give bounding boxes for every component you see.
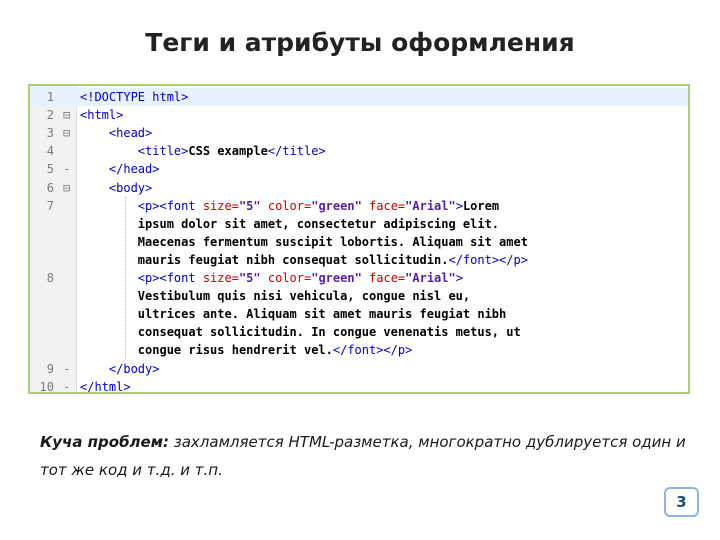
code-line[interactable]: mauris feugiat nibh consequat sollicitud… bbox=[30, 251, 688, 269]
slide-title: Теги и атрибуты оформления bbox=[145, 28, 575, 57]
code-text: ipsum dolor sit amet, consectetur adipis… bbox=[80, 215, 499, 233]
code-token: face= bbox=[369, 198, 406, 213]
code-token: size= bbox=[202, 271, 239, 285]
code-text: consequat sollicitudin. In congue venena… bbox=[80, 323, 521, 341]
line-number: 2 bbox=[46, 108, 54, 123]
code-token: "Arial" bbox=[405, 198, 456, 213]
page-number-badge: 3 bbox=[664, 487, 699, 517]
code-token: "green" bbox=[311, 198, 370, 213]
code-line[interactable]: 6 ⊟ <body> bbox=[30, 179, 688, 197]
code-token: mauris feugiat nibh consequat sollicitud… bbox=[80, 252, 449, 267]
line-number: 7 bbox=[46, 198, 54, 213]
code-token: "green" bbox=[311, 271, 370, 285]
code-text: </head> bbox=[80, 160, 160, 178]
code-token: </body> bbox=[108, 361, 160, 376]
code-line[interactable]: 1 <!DOCTYPE html> bbox=[30, 88, 688, 106]
code-token: Vestibulum quis nisi vehicula, congue ni… bbox=[80, 289, 471, 304]
code-token: <body> bbox=[108, 180, 153, 195]
code-token: </title> bbox=[267, 144, 326, 159]
code-line[interactable]: 5- </head> bbox=[30, 160, 688, 178]
indent-guide bbox=[125, 196, 126, 360]
code-token: <html> bbox=[80, 108, 124, 123]
code-line[interactable]: 2 ⊟ <html> bbox=[30, 106, 688, 124]
code-token: ipsum dolor sit amet, consectetur adipis… bbox=[80, 216, 500, 231]
code-token: <p><font bbox=[137, 271, 203, 285]
line-number: 1 bbox=[46, 90, 54, 104]
line-number: 6 bbox=[46, 180, 54, 195]
fold-marker-icon: - bbox=[63, 361, 71, 376]
line-number: 9 bbox=[46, 361, 54, 376]
code-text: <title>CSS example</title> bbox=[80, 142, 326, 160]
code-token: Maecenas fermentum suscipit lobortis. Al… bbox=[80, 234, 528, 249]
code-token: Lorem bbox=[462, 198, 500, 213]
code-token: <p><font bbox=[137, 198, 203, 213]
fold-toggle-icon[interactable]: ⊟ bbox=[63, 179, 70, 197]
code-text: </html> bbox=[80, 378, 131, 394]
code-text: <p><font size="5" color="green" face="Ar… bbox=[80, 269, 463, 287]
fold-marker-icon: - bbox=[63, 162, 71, 177]
code-token: ultrices ante. Aliquam sit amet mauris f… bbox=[80, 307, 507, 322]
code-token: "5" bbox=[238, 198, 268, 213]
code-text: ultrices ante. Aliquam sit amet mauris f… bbox=[80, 305, 506, 323]
code-line[interactable]: Maecenas fermentum suscipit lobortis. Al… bbox=[30, 233, 688, 251]
fold-marker-icon: - bbox=[63, 379, 71, 394]
line-number: 4 bbox=[46, 144, 54, 159]
code-token: </font></p> bbox=[448, 252, 528, 267]
code-line[interactable]: Vestibulum quis nisi vehicula, congue ni… bbox=[30, 287, 688, 305]
code-line[interactable]: 8 <p><font size="5" color="green" face="… bbox=[30, 269, 688, 287]
code-line[interactable]: consequat sollicitudin. In congue venena… bbox=[30, 323, 688, 341]
code-text: <head> bbox=[80, 124, 152, 142]
code-token: <title> bbox=[137, 144, 189, 159]
code-text: <body> bbox=[80, 179, 152, 197]
code-line[interactable]: 10- </html> bbox=[30, 378, 688, 394]
code-token: consequat sollicitudin. In congue venena… bbox=[80, 325, 521, 340]
code-line[interactable]: congue risus hendrerit vel.</font></p> bbox=[30, 341, 688, 359]
code-token: </head> bbox=[108, 162, 160, 177]
code-token: <!DOCTYPE html> bbox=[80, 90, 189, 104]
problem-note: Куча проблем: захламляется HTML-разметка… bbox=[40, 428, 690, 484]
code-token: > bbox=[455, 271, 463, 285]
fold-toggle-icon[interactable]: ⊟ bbox=[63, 124, 70, 142]
line-number: 10 bbox=[39, 379, 54, 394]
code-line[interactable]: 7 <p><font size="5" color="green" face="… bbox=[30, 197, 688, 215]
code-editor[interactable]: 1 <!DOCTYPE html> 2 ⊟ <html> 3 ⊟ <head> 4 <titl… bbox=[28, 84, 690, 394]
code-text: <html> bbox=[80, 106, 123, 124]
line-number: 8 bbox=[46, 271, 54, 285]
code-text: Maecenas fermentum suscipit lobortis. Al… bbox=[80, 233, 528, 251]
code-token: > bbox=[455, 198, 463, 213]
code-token: <head> bbox=[108, 126, 153, 141]
code-token: color= bbox=[267, 198, 312, 213]
code-token: congue risus hendrerit vel. bbox=[80, 343, 333, 358]
code-text: congue risus hendrerit vel.</font></p> bbox=[80, 341, 413, 359]
code-token: </html> bbox=[80, 379, 131, 394]
code-line[interactable]: 9- </body> bbox=[30, 360, 688, 378]
code-text: mauris feugiat nibh consequat sollicitud… bbox=[80, 251, 528, 269]
code-token: "5" bbox=[238, 271, 268, 285]
code-text: Vestibulum quis nisi vehicula, congue ni… bbox=[80, 287, 470, 305]
code-token: "Arial" bbox=[405, 271, 456, 285]
note-heading: Куча проблем: bbox=[40, 433, 169, 451]
code-line[interactable]: 4 <title>CSS example</title> bbox=[30, 142, 688, 160]
fold-toggle-icon[interactable]: ⊟ bbox=[63, 106, 70, 124]
code-line[interactable]: ultrices ante. Aliquam sit amet mauris f… bbox=[30, 305, 688, 323]
code-text: <p><font size="5" color="green" face="Ar… bbox=[80, 197, 499, 215]
code-line[interactable]: 3 ⊟ <head> bbox=[30, 124, 688, 142]
code-token: color= bbox=[267, 271, 312, 285]
line-number: 3 bbox=[46, 126, 54, 141]
code-token: face= bbox=[369, 271, 406, 285]
code-token: CSS example bbox=[188, 144, 268, 159]
code-token: size= bbox=[202, 198, 239, 213]
code-text: <!DOCTYPE html> bbox=[80, 88, 188, 106]
line-number: 5 bbox=[46, 162, 54, 177]
code-line[interactable]: ipsum dolor sit amet, consectetur adipis… bbox=[30, 215, 688, 233]
code-token: </font></p> bbox=[332, 343, 413, 358]
code-text: </body> bbox=[80, 360, 160, 378]
